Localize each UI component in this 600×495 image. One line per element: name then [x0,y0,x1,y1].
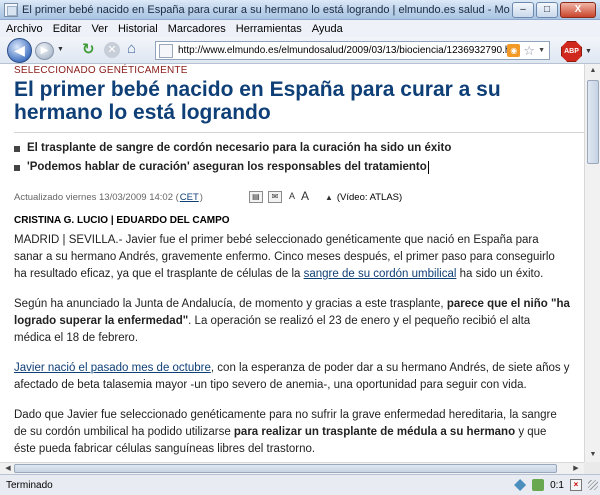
scrollbar-corner [584,462,600,474]
minimize-button[interactable]: – [512,1,534,18]
star-icon[interactable]: ☆ [523,43,535,58]
close-button[interactable]: X [560,1,596,18]
javier-born-link[interactable]: Javier nació el pasado mes de octubre [14,362,211,374]
scroll-down-icon[interactable]: ▼ [587,449,599,461]
article-paragraph: Según ha anunciado la Junta de Andalucía… [14,296,570,347]
forward-arrow-icon[interactable]: ▶ [35,42,54,60]
home-icon[interactable]: ⌂ [127,41,136,57]
summary-item: El trasplante de sangre de cordón necesa… [14,139,584,158]
paragraph-bold: para realizar un trasplante de médula a … [233,426,516,438]
site-identity-icon[interactable] [159,43,173,58]
video-link[interactable]: ▲ (Vídeo: ATLAS) [325,192,402,203]
window-titlebar[interactable]: El primer bebé nacido en España para cur… [0,0,600,20]
maximize-button[interactable]: □ [536,1,558,18]
status-text: Terminado [6,479,53,491]
menu-archivo[interactable]: Archivo [6,23,43,35]
status-timer: 0:1 [550,479,564,491]
vertical-scroll-thumb[interactable] [587,80,599,164]
scroll-up-icon[interactable]: ▲ [587,65,599,77]
adblock-plus-icon[interactable]: ABP [561,41,582,62]
paragraph-text: ha sido un éxito. [456,268,544,280]
page-favicon-icon [4,2,18,17]
print-icon[interactable]: ▤ [248,191,263,203]
article-tools: ▤ ✉ A A [248,190,313,203]
play-icon: ▲ [324,192,333,202]
updated-suffix: ) [199,191,203,203]
url-dropdown-icon[interactable]: ▼ [538,47,545,54]
navigation-toolbar: ◀ ▶ ▼ ↻ ✕ ⌂ ◉ ☆ ▼ ABP ▼ [0,37,600,64]
cord-blood-link[interactable]: sangre de su cordón umbilical [304,268,457,280]
vertical-scrollbar[interactable]: ▲ ▼ [584,64,600,462]
bullet-icon [14,145,20,152]
window-title: El primer bebé nacido en España para cur… [22,3,510,16]
article-byline: CRISTINA G. LUCIO | EDUARDO DEL CAMPO [14,215,230,226]
bullet-icon [14,164,20,171]
menu-editar[interactable]: Editar [53,23,82,35]
address-bar[interactable]: ◉ ☆ ▼ [155,41,550,60]
article-paragraph: Dado que Javier fue seleccionado genétic… [14,407,570,458]
window-controls: – □ X [510,1,596,18]
summary-item: 'Podemos hablar de curación' aseguran lo… [14,158,584,177]
video-label: (Vídeo: ATLAS) [336,191,403,203]
network-status-icon[interactable] [514,479,527,491]
reload-icon[interactable]: ↻ [82,42,95,58]
horizontal-scrollbar[interactable]: ◀ ▶ [0,462,584,474]
page-content: SELECCIONADO GENÉTICAMENTE El primer beb… [0,64,584,462]
article-paragraph: Javier nació el pasado mes de octubre, c… [14,360,570,394]
back-arrow-icon[interactable]: ◀ [7,38,32,63]
menu-ver[interactable]: Ver [91,23,108,35]
article-meta: Actualizado viernes 13/03/2009 14:02 (CE… [14,190,584,203]
menu-herramientas[interactable]: Herramientas [236,23,302,35]
addon-status-icon[interactable] [532,479,545,491]
status-bar: Terminado 0:1 × [0,474,600,495]
article-headline: El primer bebé nacido en España para cur… [14,78,501,124]
paragraph-text: Según ha anunciado la Junta de Andalucía… [14,298,447,310]
adblock-status-icon[interactable]: × [570,479,582,491]
adblock-dropdown-icon[interactable]: ▼ [585,48,592,55]
url-input[interactable] [178,45,508,56]
font-smaller-icon[interactable]: A [287,191,297,203]
summary-text: 'Podemos hablar de curación' aseguran lo… [27,161,427,173]
menu-bar: Archivo Editar Ver Historial Marcadores … [0,20,600,37]
article-summary: El trasplante de sangre de cordón necesa… [14,132,584,177]
email-icon[interactable]: ✉ [267,191,282,203]
horizontal-scroll-thumb[interactable] [14,464,557,473]
article-paragraph: MADRID | SEVILLA.- Javier fue el primer … [14,232,570,283]
menu-marcadores[interactable]: Marcadores [168,23,226,35]
stop-icon[interactable]: ✕ [104,42,120,58]
updated-prefix: Actualizado viernes 13/03/2009 14:02 ( [14,191,179,203]
menu-historial[interactable]: Historial [118,23,158,35]
rss-feed-icon[interactable]: ◉ [507,44,521,57]
resize-grip-icon[interactable] [588,480,598,490]
article-kicker: SELECCIONADO GENÉTICAMENTE [14,65,188,76]
timezone-link[interactable]: CET [180,192,199,203]
history-dropdown-icon[interactable]: ▼ [57,46,64,53]
text-caret [427,161,429,174]
font-larger-icon[interactable]: A [300,190,310,203]
menu-ayuda[interactable]: Ayuda [312,23,343,35]
summary-text: El trasplante de sangre de cordón necesa… [27,142,452,154]
